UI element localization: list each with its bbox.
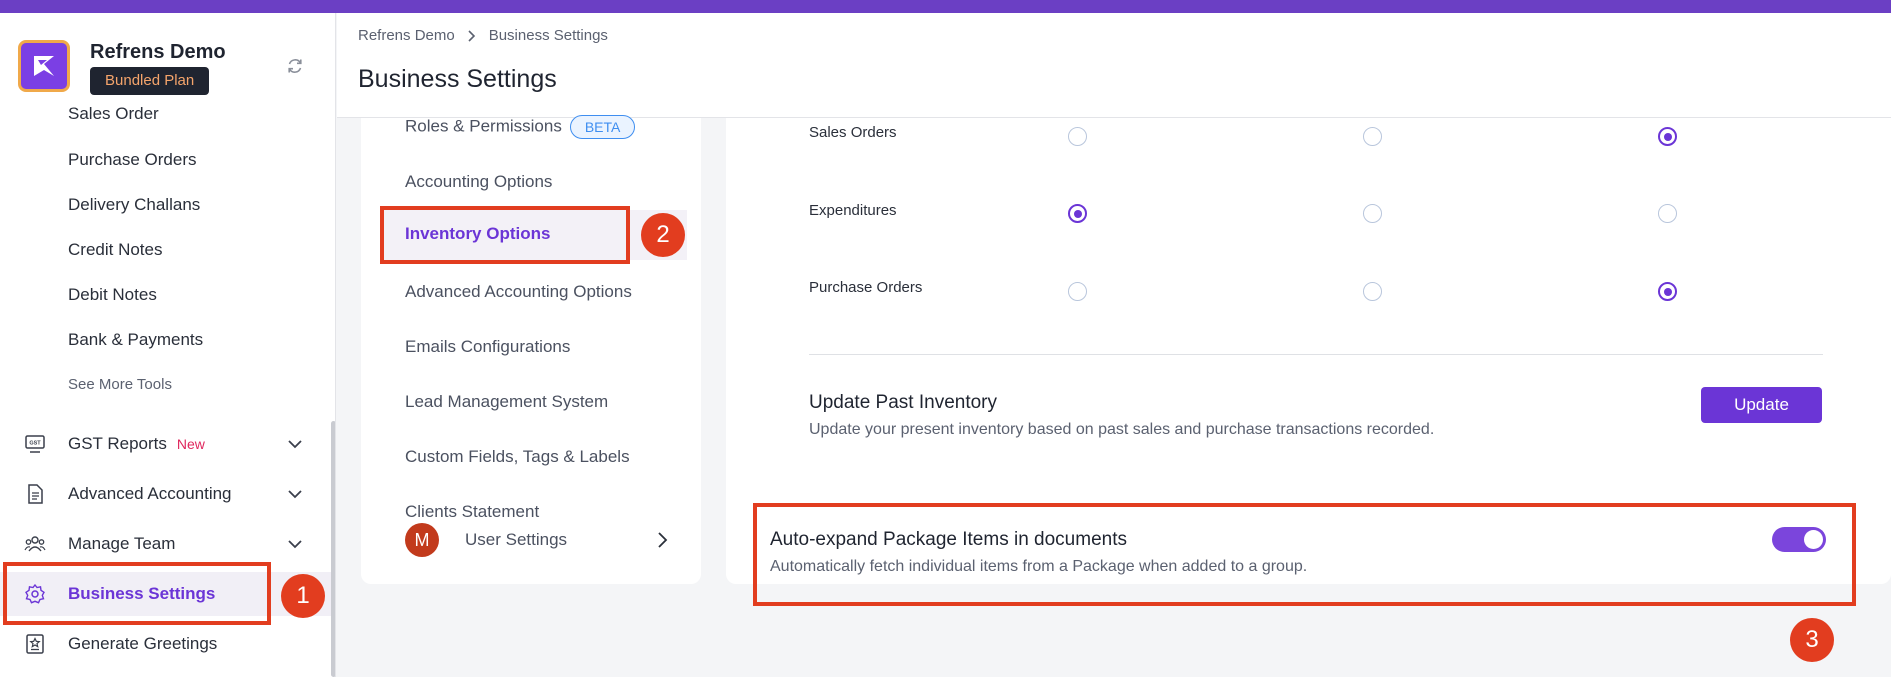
radio-purchase-orders-option-2[interactable] [1363, 282, 1382, 301]
settings-nav-emails-configurations[interactable]: Emails Configurations [405, 337, 570, 357]
settings-nav-roles-permissions[interactable]: Roles & Permissions BETA [405, 115, 636, 139]
radio-expenditures-option-1[interactable] [1068, 204, 1087, 223]
breadcrumb-item-home[interactable]: Refrens Demo [358, 27, 455, 44]
gst-icon: GST [25, 435, 45, 453]
sidebar-item-bank-payments[interactable]: Bank & Payments [68, 330, 203, 350]
divider [809, 354, 1823, 355]
svg-text:GST: GST [29, 441, 41, 447]
sidebar-scrollbar[interactable] [331, 421, 335, 677]
refrens-logo-icon[interactable] [18, 40, 70, 92]
sidebar-item-debit-notes[interactable]: Debit Notes [68, 285, 157, 305]
settings-nav-custom-fields[interactable]: Custom Fields, Tags & Labels [405, 447, 630, 467]
annotation-number-1: 1 [281, 574, 325, 618]
chevron-down-icon[interactable] [286, 485, 304, 503]
settings-nav-advanced-accounting-options[interactable]: Advanced Accounting Options [405, 282, 632, 302]
radio-sales-orders-option-1[interactable] [1068, 127, 1087, 146]
radio-expenditures-option-2[interactable] [1363, 204, 1382, 223]
chevron-right-icon [468, 29, 475, 42]
radio-expenditures-option-3[interactable] [1658, 204, 1677, 223]
chevron-down-icon[interactable] [286, 435, 304, 453]
page-header: Refrens Demo Business Settings Business … [337, 13, 1891, 118]
update-past-inventory-description: Update your present inventory based on p… [809, 421, 1435, 438]
row-label-sales-orders: Sales Orders [809, 124, 897, 141]
refresh-icon[interactable] [285, 56, 305, 76]
workspace-name[interactable]: Refrens Demo [90, 41, 226, 64]
annotation-highlight-2 [380, 206, 630, 264]
chevron-down-icon[interactable] [286, 535, 304, 553]
annotation-number-3: 3 [1790, 618, 1834, 662]
top-accent-bar [0, 0, 1891, 13]
sidebar-item-label: GST Reports New [68, 434, 205, 453]
update-button[interactable]: Update [1701, 387, 1822, 423]
radio-purchase-orders-option-3[interactable] [1658, 282, 1677, 301]
team-icon [24, 536, 46, 552]
see-more-tools-link[interactable]: See More Tools [68, 376, 172, 393]
user-settings-label: User Settings [465, 530, 568, 549]
chevron-right-icon [658, 532, 668, 548]
breadcrumb-item-current: Business Settings [488, 27, 608, 44]
sidebar-item-purchase-orders[interactable]: Purchase Orders [68, 150, 197, 170]
sidebar-item-gst-reports[interactable]: GST GST Reports New [0, 422, 335, 466]
user-settings-row[interactable]: M User Settings [405, 523, 675, 557]
sidebar-item-delivery-challans[interactable]: Delivery Challans [68, 195, 200, 215]
row-label-expenditures: Expenditures [809, 202, 897, 219]
settings-nav: Roles & Permissions BETA Accounting Optio… [361, 115, 701, 584]
page-title: Business Settings [358, 65, 557, 93]
update-past-inventory-title: Update Past Inventory [809, 392, 997, 413]
annotation-highlight-1 [3, 562, 271, 625]
sidebar-item-label: Generate Greetings [68, 634, 218, 653]
avatar: M [405, 523, 439, 557]
radio-sales-orders-option-2[interactable] [1363, 127, 1382, 146]
sidebar-item-advanced-accounting[interactable]: Advanced Accounting [0, 472, 335, 516]
row-label-purchase-orders: Purchase Orders [809, 279, 923, 296]
annotation-number-2: 2 [641, 213, 685, 257]
sidebar-item-manage-team[interactable]: Manage Team [0, 522, 335, 566]
plan-badge: Bundled Plan [90, 67, 210, 95]
greeting-card-icon [26, 634, 44, 654]
beta-badge: BETA [569, 115, 636, 139]
settings-nav-lead-management[interactable]: Lead Management System [405, 392, 608, 412]
radio-purchase-orders-option-1[interactable] [1068, 282, 1087, 301]
sidebar-item-credit-notes[interactable]: Credit Notes [68, 240, 162, 260]
breadcrumb: Refrens Demo Business Settings [358, 27, 608, 44]
document-icon [28, 484, 43, 504]
sidebar-item-sales-order[interactable]: Sales Order [68, 104, 159, 124]
sidebar-item-label: Manage Team [68, 534, 176, 553]
settings-nav-clients-statement[interactable]: Clients Statement [405, 502, 539, 522]
radio-sales-orders-option-3[interactable] [1658, 127, 1677, 146]
annotation-highlight-3 [753, 503, 1856, 606]
sidebar-item-label: Advanced Accounting [68, 484, 232, 503]
new-tag: New [176, 436, 205, 452]
settings-nav-accounting-options[interactable]: Accounting Options [405, 172, 552, 192]
sidebar-item-generate-greetings[interactable]: Generate Greetings [0, 622, 335, 666]
